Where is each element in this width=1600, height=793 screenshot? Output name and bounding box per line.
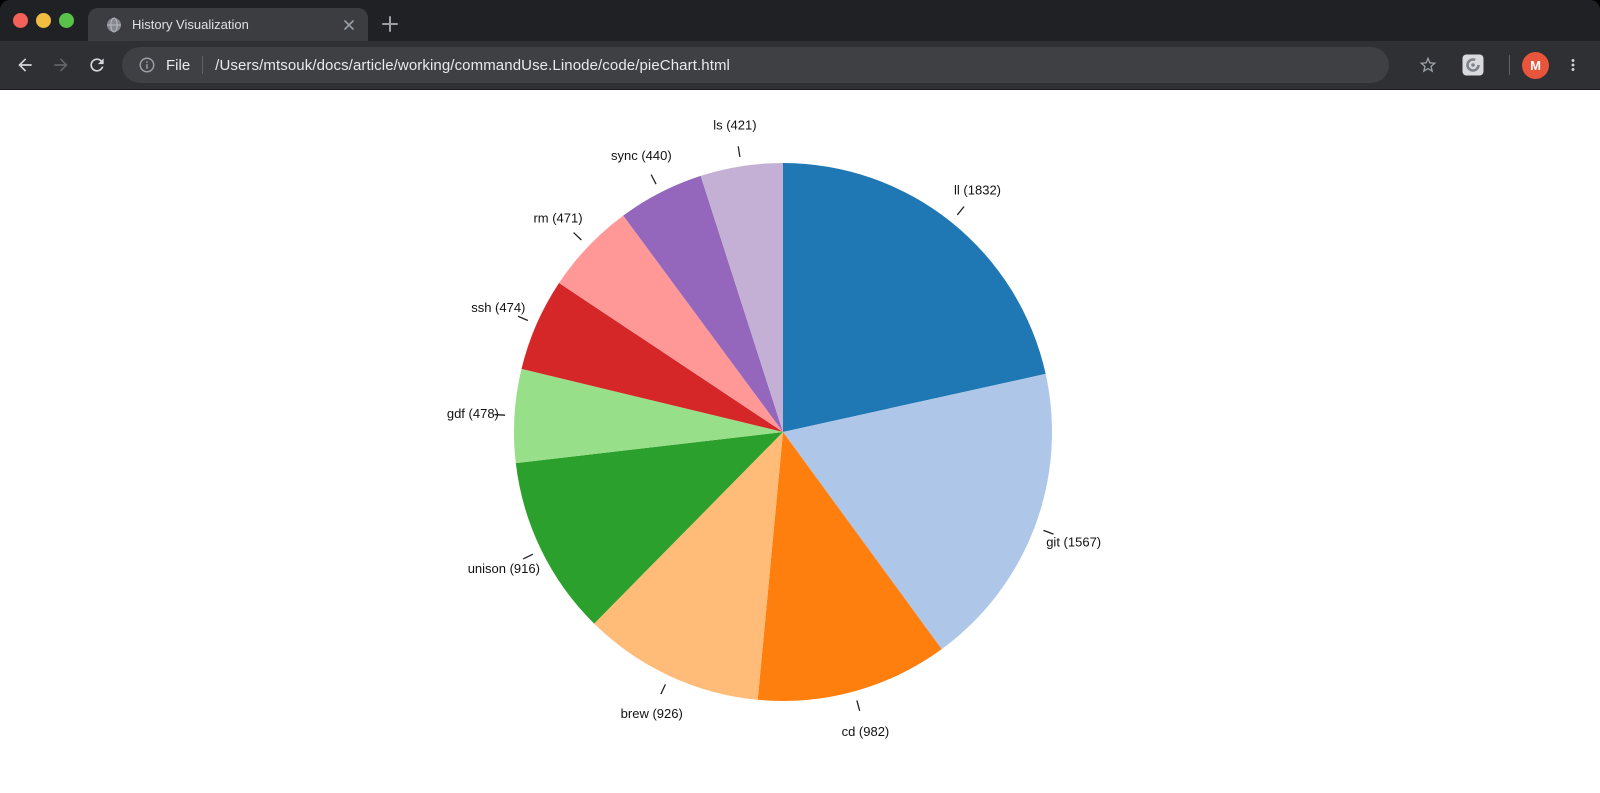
slice-label-sync: sync (440): [611, 148, 672, 163]
toolbar-right-group: M: [1415, 52, 1586, 79]
fullscreen-window-button[interactable]: [59, 13, 74, 28]
profile-avatar[interactable]: M: [1522, 52, 1549, 79]
url-separator: [202, 56, 203, 74]
reload-button[interactable]: [84, 52, 110, 78]
slice-label-unison: unison (916): [468, 561, 540, 576]
back-button[interactable]: [12, 52, 38, 78]
url-scheme-label: File: [166, 57, 190, 74]
slice-label-cd: cd (982): [842, 724, 890, 739]
forward-button[interactable]: [48, 52, 74, 78]
close-window-button[interactable]: [13, 13, 28, 28]
extension-icon[interactable]: [1462, 54, 1484, 76]
slice-tick-ssh: [518, 316, 528, 320]
tab-close-icon[interactable]: [342, 18, 356, 32]
new-tab-button[interactable]: [380, 14, 400, 34]
toolbar-separator: [1509, 55, 1510, 75]
browser-menu-icon[interactable]: [1560, 52, 1586, 78]
page-content: ll (1832) git (1567) cd (982) brew (926) uni…: [0, 90, 1600, 793]
minimize-window-button[interactable]: [36, 13, 51, 28]
pie-chart: ll (1832) git (1567) cd (982) brew (926) uni…: [0, 90, 1600, 793]
forward-arrow-icon: [51, 55, 71, 75]
slice-tick-ll: [957, 207, 964, 215]
globe-favicon-icon: [106, 17, 122, 33]
slice-label-ssh: ssh (474): [471, 300, 525, 315]
slice-label-gdf: gdf (478): [447, 406, 499, 421]
tab-title: History Visualization: [132, 17, 334, 32]
slice-tick-unison: [523, 554, 533, 559]
slice-label-ls: ls (421): [713, 118, 756, 133]
slice-label-ll: ll (1832): [954, 182, 1001, 197]
site-info-icon[interactable]: [138, 56, 156, 74]
slice-label-brew: brew (926): [621, 706, 683, 721]
slice-tick-sync: [651, 175, 656, 185]
reload-icon: [87, 55, 107, 75]
tab-strip: History Visualization: [0, 0, 1600, 41]
bookmark-star-icon[interactable]: [1415, 52, 1441, 78]
url-text: /Users/mtsouk/docs/article/working/comma…: [215, 57, 730, 74]
back-arrow-icon: [15, 55, 35, 75]
plus-icon: [382, 16, 398, 32]
browser-window: History Visualization: [0, 0, 1600, 793]
window-controls: [13, 13, 74, 28]
slice-tick-ls: [738, 146, 740, 157]
slice-tick-cd: [857, 700, 860, 710]
tab-history-visualization[interactable]: History Visualization: [88, 8, 368, 41]
slice-label-git: git (1567): [1046, 534, 1101, 549]
slice-label-rm: rm (471): [533, 210, 582, 225]
address-bar[interactable]: File /Users/mtsouk/docs/article/working/…: [122, 47, 1389, 83]
toolbar: File /Users/mtsouk/docs/article/working/…: [0, 41, 1600, 90]
slice-tick-brew: [661, 684, 666, 694]
slice-tick-rm: [574, 233, 582, 240]
